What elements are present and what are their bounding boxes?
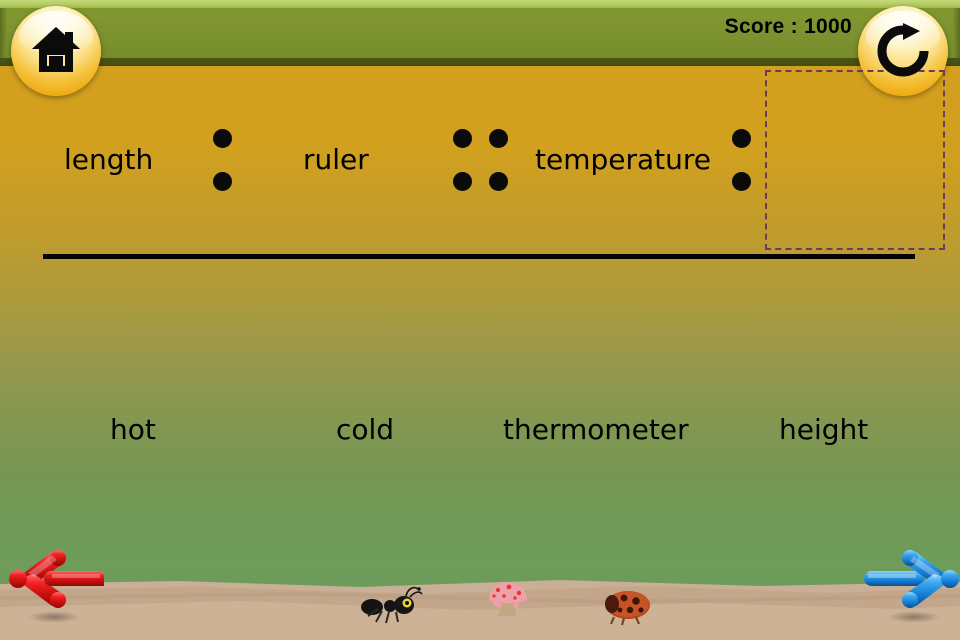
game-screen: Score : 1000 length ruler temperature ho… bbox=[0, 0, 960, 640]
proportion-dot bbox=[453, 129, 472, 148]
top-bar-highlight bbox=[0, 0, 960, 8]
arrow-right-icon bbox=[864, 550, 959, 608]
analogy-term-3: temperature bbox=[535, 143, 711, 176]
reload-button[interactable] bbox=[858, 6, 948, 96]
option-cold[interactable]: cold bbox=[336, 416, 394, 444]
colon-dot bbox=[213, 129, 232, 148]
proportion-dot bbox=[453, 172, 472, 191]
proportion-dot bbox=[489, 172, 508, 191]
colon-dot bbox=[732, 129, 751, 148]
score-display: Score : 1000 bbox=[724, 15, 852, 38]
option-hot[interactable]: hot bbox=[110, 416, 156, 444]
colon-dot bbox=[732, 172, 751, 191]
top-bar-right-cap bbox=[953, 8, 960, 58]
analogy-term-1: length bbox=[64, 143, 154, 176]
divider-line bbox=[43, 254, 915, 259]
refresh-icon bbox=[877, 23, 929, 77]
top-bar-shadow bbox=[0, 58, 960, 66]
colon-dot bbox=[213, 172, 232, 191]
arrow-left-icon bbox=[9, 550, 104, 608]
ground-scene bbox=[0, 580, 960, 640]
option-thermometer[interactable]: thermometer bbox=[503, 416, 689, 444]
next-button[interactable] bbox=[856, 544, 960, 626]
home-button[interactable] bbox=[11, 6, 101, 96]
proportion-dot bbox=[489, 129, 508, 148]
answer-dropzone[interactable] bbox=[765, 70, 945, 250]
top-bar-left-cap bbox=[0, 8, 7, 58]
previous-button[interactable] bbox=[8, 544, 112, 626]
option-height[interactable]: height bbox=[779, 416, 868, 444]
analogy-term-2: ruler bbox=[303, 143, 369, 176]
home-icon bbox=[32, 27, 80, 72]
